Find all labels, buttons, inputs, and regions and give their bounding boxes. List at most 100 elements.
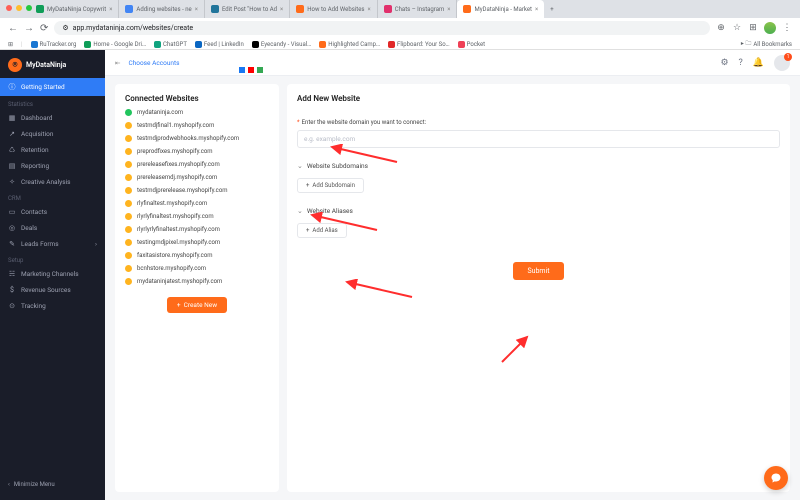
close-window-icon[interactable] [6, 5, 12, 11]
creative-icon: ✧ [8, 178, 16, 186]
site-row[interactable]: mydataninjatest.myshopify.com [125, 278, 269, 285]
facebook-icon[interactable] [239, 67, 245, 73]
forward-button[interactable]: → [24, 23, 34, 34]
site-name: mydataninjatest.myshopify.com [137, 278, 222, 285]
sidebar-item-dashboard[interactable]: ▦Dashboard [0, 110, 105, 126]
tab-label: MyDataNinja - Market [474, 6, 532, 13]
bookmark-item[interactable]: ChatGPT [154, 41, 187, 48]
add-subdomain-button[interactable]: + Add Subdomain [297, 178, 364, 193]
marketing-icon: ☵ [8, 270, 16, 278]
sidebar-item-leads[interactable]: ✎Leads Forms› [0, 236, 105, 252]
minimize-window-icon[interactable] [16, 5, 22, 11]
bookmark-label: Feed | LinkedIn [204, 41, 244, 48]
brand-logo[interactable]: ⌾ MyDataNinja [0, 56, 105, 78]
close-tab-icon[interactable]: × [535, 6, 538, 13]
collapse-icon[interactable]: ⇤ [115, 59, 120, 67]
add-alias-button[interactable]: + Add Alias [297, 223, 347, 238]
site-info-icon[interactable]: ⚙ [62, 24, 68, 32]
reporting-icon: ▤ [8, 162, 16, 170]
site-row[interactable]: faxitasistore.myshopify.com [125, 252, 269, 259]
sidebar-section-crm: CRM [0, 190, 105, 204]
search-icon[interactable]: ⊕ [716, 23, 726, 33]
bookmark-item[interactable]: Pocket [458, 41, 485, 48]
leads-icon: ✎ [8, 240, 16, 248]
close-tab-icon[interactable]: × [280, 6, 283, 13]
site-row[interactable]: rlyfinaltest.myshopify.com [125, 200, 269, 207]
submit-button[interactable]: Submit [513, 262, 563, 280]
help-icon[interactable]: ? [739, 58, 743, 68]
profile-avatar[interactable] [764, 22, 776, 34]
site-row[interactable]: testmdjfinal1.myshopify.com [125, 122, 269, 129]
sidebar-item-reporting[interactable]: ▤Reporting [0, 158, 105, 174]
sidebar-item-label: Getting Started [21, 83, 65, 91]
site-row[interactable]: bcnhstore.myshopify.com [125, 265, 269, 272]
bookmark-item[interactable]: RuTracker.org [31, 41, 77, 48]
sidebar-item-marketing[interactable]: ☵Marketing Channels [0, 266, 105, 282]
back-button[interactable]: ← [8, 23, 18, 34]
sidebar-item-tracking[interactable]: ⊙Tracking [0, 298, 105, 314]
reload-button[interactable]: ⟳ [40, 23, 48, 34]
sidebar-item-acquisition[interactable]: ↗Acquisition [0, 126, 105, 142]
site-row[interactable]: rlyrlyfinaltest.myshopify.com [125, 213, 269, 220]
create-new-button[interactable]: + Create New [167, 297, 227, 313]
menu-icon[interactable]: ⋮ [782, 23, 792, 33]
site-name: prereleasefixes.myshopify.com [137, 161, 220, 168]
site-row[interactable]: prereleasemdj.myshopify.com [125, 174, 269, 181]
extensions-icon[interactable]: ⊞ [748, 23, 758, 33]
apps-icon[interactable]: ⊞ [8, 41, 13, 48]
browser-tab[interactable]: Chats – Instagram× [378, 0, 458, 18]
tab-label: Edit Post "How to Ad [222, 6, 277, 13]
bookmark-item[interactable]: Feed | LinkedIn [195, 41, 244, 48]
user-avatar[interactable]: 1 [774, 55, 790, 71]
browser-tab[interactable]: How to Add Websites× [290, 0, 377, 18]
aliases-header[interactable]: ⌄ Website Aliases [297, 207, 780, 215]
chat-fab[interactable] [764, 466, 788, 490]
favicon [296, 5, 304, 13]
google-icon[interactable] [248, 67, 254, 73]
all-bookmarks-link[interactable]: ▸ 🗀All Bookmarks [741, 39, 792, 49]
site-name: bcnhstore.myshopify.com [137, 265, 206, 272]
maximize-window-icon[interactable] [26, 5, 32, 11]
domain-input[interactable] [297, 130, 780, 148]
sidebar-item-deals[interactable]: ◎Deals [0, 220, 105, 236]
bookmark-item[interactable]: Eyecandy - Visual… [252, 41, 311, 48]
notifications-icon[interactable]: 🔔 [753, 58, 764, 68]
site-row[interactable]: mydataninja.com [125, 109, 269, 116]
browser-tab[interactable]: MyDataNinja Copywrit× [30, 0, 119, 18]
site-row[interactable]: prereleasefixes.myshopify.com [125, 161, 269, 168]
site-row[interactable]: rlyrlyrlyfinaltest.myshopify.com [125, 226, 269, 233]
url-field[interactable]: ⚙ app.mydataninja.com/websites/create [54, 21, 710, 35]
site-name: preprodfixes.myshopify.com [137, 148, 213, 155]
status-dot-icon [125, 122, 132, 129]
new-tab-button[interactable]: + [544, 0, 559, 18]
site-row[interactable]: testmdjprodwebhooks.myshopify.com [125, 135, 269, 142]
site-row[interactable]: testmdjprerelease.myshopify.com [125, 187, 269, 194]
subdomains-header[interactable]: ⌄ Website Subdomains [297, 162, 780, 170]
sidebar-item-contacts[interactable]: ▭Contacts [0, 204, 105, 220]
site-row[interactable]: testingmdjpixel.myshopify.com [125, 239, 269, 246]
close-tab-icon[interactable]: × [109, 6, 112, 13]
browser-tab[interactable]: MyDataNinja - Market× [457, 0, 544, 18]
sidebar-item-getting-started[interactable]: ⓘ Getting Started [0, 78, 105, 96]
sidebar-section-setup: Setup [0, 252, 105, 266]
sidebar-item-creative[interactable]: ✧Creative Analysis [0, 174, 105, 190]
brand-name: MyDataNinja [26, 61, 66, 69]
browser-tab[interactable]: Adding websites - ne× [119, 0, 205, 18]
settings-icon[interactable]: ⚙ [720, 58, 728, 68]
sidebar-item-retention[interactable]: ♺Retention [0, 142, 105, 158]
bookmark-star-icon[interactable]: ☆ [732, 23, 742, 33]
shopify-icon[interactable] [257, 67, 263, 73]
sidebar-item-revenue[interactable]: $Revenue Sources [0, 282, 105, 298]
close-tab-icon[interactable]: × [447, 6, 450, 13]
minimize-menu-button[interactable]: ‹Minimize Menu [0, 475, 105, 494]
bookmark-item[interactable]: Home - Google Dri… [84, 41, 146, 48]
connected-websites-title: Connected Websites [125, 94, 269, 103]
bookmark-favicon [31, 41, 38, 48]
browser-tab[interactable]: Edit Post "How to Ad× [205, 0, 290, 18]
close-tab-icon[interactable]: × [195, 6, 198, 13]
bookmark-item[interactable]: Flipboard: Your So… [388, 41, 450, 48]
site-row[interactable]: preprodfixes.myshopify.com [125, 148, 269, 155]
close-tab-icon[interactable]: × [368, 6, 371, 13]
bookmark-item[interactable]: Highlighted Camp… [319, 41, 380, 48]
choose-accounts-link[interactable]: Choose Accounts [128, 59, 179, 67]
